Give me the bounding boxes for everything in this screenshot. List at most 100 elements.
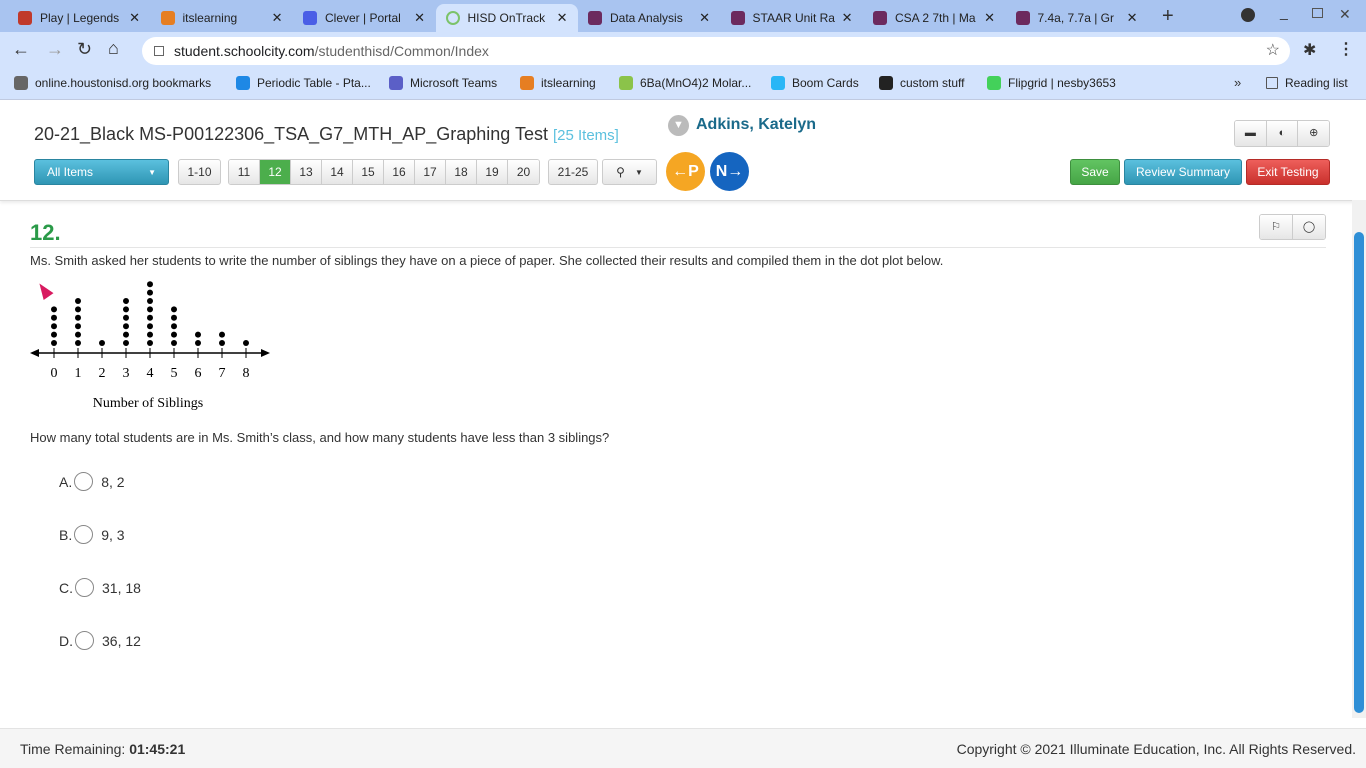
home-icon[interactable]: ⌂ (108, 38, 119, 59)
page-button-19[interactable]: 19 (477, 160, 508, 184)
filter-label: All Items (47, 165, 94, 179)
menu-icon[interactable]: ⋮ (1338, 39, 1354, 59)
extensions-icon[interactable]: ✱ (1303, 40, 1316, 60)
close-tab-icon[interactable]: ✕ (272, 10, 283, 26)
page-button-15[interactable]: 15 (353, 160, 384, 184)
dot (51, 306, 57, 313)
dot (123, 340, 129, 346)
new-tab-button[interactable]: + (1162, 5, 1174, 28)
student-menu-chevron-icon[interactable]: ▼ (668, 115, 689, 136)
answer-choice[interactable]: B. 9, 3 (59, 525, 125, 544)
close-tab-icon[interactable]: ✕ (414, 10, 425, 26)
tab[interactable]: CSA 2 7th | Ma ✕ (863, 4, 1005, 32)
tab[interactable]: STAAR Unit Ra ✕ (721, 4, 863, 32)
reload-icon[interactable]: ↻ (77, 39, 92, 60)
time-label: Time Remaining: (20, 741, 126, 757)
radio-button[interactable] (74, 472, 94, 491)
minimize-button[interactable]: _ (1280, 4, 1288, 20)
bookmark-label: Microsoft Teams (410, 76, 498, 90)
close-tab-icon[interactable]: ✕ (557, 10, 568, 26)
page-button-17[interactable]: 17 (415, 160, 446, 184)
tab[interactable]: 7.4a, 7.7a | Gr ✕ (1006, 4, 1148, 32)
question-tools: ⚐ ◯ (1259, 214, 1326, 240)
dot (147, 323, 153, 330)
close-tab-icon[interactable]: ✕ (129, 10, 140, 26)
quizizz-icon (588, 11, 602, 25)
page-button-12[interactable]: 12 (260, 160, 291, 184)
page-button-13[interactable]: 13 (291, 160, 322, 184)
bookmark-icon (389, 76, 403, 90)
dot (219, 331, 225, 338)
previous-button[interactable]: ← P (666, 152, 705, 191)
save-button[interactable]: Save (1070, 159, 1120, 185)
scrollbar-thumb[interactable] (1354, 232, 1364, 713)
bookmark[interactable]: Boom Cards (771, 76, 859, 90)
close-tab-icon[interactable]: ✕ (1127, 10, 1138, 26)
bookmark[interactable]: 6Ba(MnO4)2 Molar... (619, 76, 751, 90)
tab[interactable]: Play | Legends ✕ (8, 4, 150, 32)
range-1-10-button[interactable]: 1-10 (178, 159, 221, 185)
footer: Time Remaining: 01:45:21 Copyright © 202… (0, 728, 1366, 768)
dot (99, 340, 105, 346)
bookmark[interactable]: custom stuff (879, 76, 964, 90)
dot (195, 340, 201, 346)
tab[interactable]: HISD OnTrack ✕ (435, 4, 578, 32)
dot (51, 340, 57, 346)
time-remaining: Time Remaining: 01:45:21 (20, 741, 185, 757)
address-bar[interactable]: student.schoolcity.com/studenthisd/Commo… (142, 37, 1290, 65)
radio-button[interactable] (75, 631, 94, 650)
bookmark[interactable]: Flipgrid | nesby3653 (987, 76, 1116, 90)
bookmark[interactable]: online.houstonisd.org bookmarks (14, 76, 211, 90)
page-button-16[interactable]: 16 (384, 160, 415, 184)
url-path: /studenthisd/Common/Index (314, 43, 489, 59)
more-bookmarks-icon[interactable]: » (1234, 75, 1241, 90)
dot (147, 331, 153, 338)
bookmark-label: custom stuff (900, 76, 965, 90)
bookmark[interactable]: Periodic Table - Pta... (236, 76, 371, 90)
search-dropdown[interactable]: ⚲ ▼ (602, 159, 657, 185)
toolbox-icon[interactable]: ▬ (1235, 121, 1267, 146)
comment-icon[interactable]: ◯ (1293, 215, 1325, 239)
bookmark-label: Flipgrid | nesby3653 (1008, 76, 1116, 90)
bookmark[interactable]: itslearning (520, 76, 596, 90)
page-button-20[interactable]: 20 (508, 160, 539, 184)
page-button-14[interactable]: 14 (322, 160, 353, 184)
dot (123, 298, 129, 304)
profile-icon[interactable] (1241, 8, 1255, 22)
page-button-11[interactable]: 11 (229, 160, 260, 184)
tab[interactable]: Data Analysis ✕ (578, 4, 720, 32)
student-name[interactable]: Adkins, Katelyn (696, 116, 816, 134)
contrast-icon[interactable]: ◐ (1266, 121, 1299, 146)
tick-label: 3 (123, 366, 130, 381)
next-button[interactable]: N → (710, 152, 749, 191)
radio-button[interactable] (74, 525, 94, 544)
exit-testing-button[interactable]: Exit Testing (1246, 159, 1330, 185)
zoom-icon[interactable]: ⊕ (1298, 121, 1329, 146)
dot (171, 340, 177, 346)
close-tab-icon[interactable]: ✕ (699, 10, 710, 26)
question-prompt: How many total students are in Ms. Smith… (30, 430, 610, 445)
close-tab-icon[interactable]: ✕ (842, 10, 853, 26)
quizizz-icon (873, 11, 887, 25)
range-21-25-button[interactable]: 21-25 (548, 159, 598, 185)
reading-list[interactable]: Reading list (1266, 76, 1348, 90)
answer-choice[interactable]: A. 8, 2 (59, 472, 125, 491)
all-items-dropdown[interactable]: All Items ▼ (34, 159, 169, 185)
review-summary-button[interactable]: Review Summary (1124, 159, 1242, 185)
flag-icon[interactable]: ⚐ (1260, 215, 1293, 239)
page-button-18[interactable]: 18 (446, 160, 477, 184)
restore-button[interactable] (1312, 8, 1323, 18)
forward-icon[interactable]: → (46, 39, 64, 60)
bookmark[interactable]: Microsoft Teams (389, 76, 497, 90)
back-icon[interactable]: ← (12, 39, 30, 60)
tick-label: 6 (195, 366, 202, 381)
close-tab-icon[interactable]: ✕ (984, 10, 995, 26)
radio-button[interactable] (75, 578, 94, 597)
tab[interactable]: Clever | Portal ✕ (293, 4, 435, 32)
close-window-button[interactable]: ✕ (1339, 6, 1351, 23)
answer-choice[interactable]: D. 36, 12 (59, 631, 141, 650)
test-title: 20-21_Black MS-P00122306_TSA_G7_MTH_AP_G… (34, 124, 619, 145)
answer-choice[interactable]: C. 31, 18 (59, 578, 141, 597)
bookmark-star-icon[interactable]: ☆ (1266, 37, 1280, 65)
tab[interactable]: itslearning ✕ (151, 4, 293, 32)
